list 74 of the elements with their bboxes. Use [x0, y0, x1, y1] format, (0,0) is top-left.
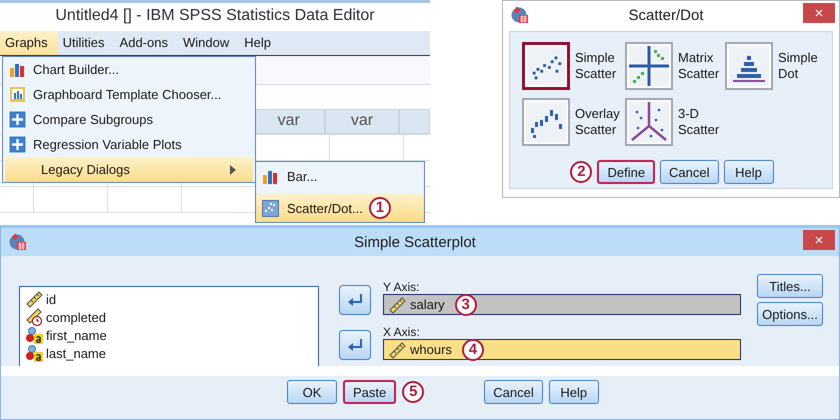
close-button[interactable]: × — [803, 3, 835, 23]
scatter-matrix-icon — [629, 46, 669, 86]
menu-item[interactable]: Add-ons — [114, 31, 178, 55]
scatter-plot-icon — [526, 102, 566, 142]
menu-item[interactable]: Graphboard Template Chooser... — [3, 82, 255, 107]
dot-plot-icon — [729, 46, 769, 86]
list-item[interactable]: id — [46, 292, 56, 306]
menu-item[interactable]: Help — [239, 31, 281, 55]
step-number: 3 — [454, 294, 477, 316]
move-button[interactable] — [339, 285, 371, 315]
chart-type-label: Overlay Scatter — [575, 106, 621, 138]
arrow-icon — [347, 338, 363, 352]
menu-item[interactable]: Chart Builder... — [3, 57, 255, 82]
chart-type-button[interactable] — [522, 42, 570, 90]
close-button[interactable]: × — [803, 230, 835, 250]
chart-type-label: 3-D Scatter — [678, 106, 720, 138]
ruler-clock-icon — [25, 308, 43, 326]
column-header: var — [325, 109, 399, 134]
scatter-plot-icon — [527, 46, 565, 86]
move-button[interactable] — [339, 330, 371, 360]
app-icon — [9, 233, 27, 251]
chart-type-label: Simple Scatter — [575, 50, 618, 82]
person-letter-icon — [25, 326, 43, 344]
ruler-icon — [25, 290, 43, 308]
menu-item[interactable]: Regression Variable Plots — [3, 132, 255, 157]
menu-item[interactable]: Utilities — [58, 31, 115, 55]
plus-icon — [8, 136, 26, 153]
variable-list[interactable]: id completed first_name last_name — [19, 286, 319, 366]
window-title: Simple Scatterplot — [353, 234, 477, 250]
menu-item[interactable]: Legacy Dialogs — [5, 157, 253, 182]
step-number: 5 — [402, 381, 424, 403]
menu-item[interactable]: Scatter/Dot... 1 — [256, 194, 424, 222]
dialog-button[interactable]: Paste — [343, 380, 396, 404]
chart-type-button[interactable] — [625, 42, 673, 90]
input-field[interactable]: whours 4 — [383, 339, 741, 360]
dialog-button[interactable]: Titles... — [757, 274, 823, 298]
window-title: Untitled4 [] - IBM SPSS Statistics Data Editor — [54, 6, 376, 26]
dialog-button[interactable]: Help — [548, 380, 599, 404]
chart-type-button[interactable] — [625, 98, 673, 146]
chart-type-button[interactable] — [725, 42, 773, 90]
chart-type-button[interactable] — [522, 98, 570, 146]
bar-chart-icon — [8, 61, 26, 78]
person-letter-icon — [25, 344, 43, 362]
scatter-icon — [262, 200, 279, 216]
menu-item[interactable]: Bar... — [256, 162, 424, 190]
dialog-button[interactable]: Cancel — [484, 380, 543, 404]
dialog-button[interactable]: Define — [597, 160, 656, 184]
field-label: Y Axis: — [383, 280, 420, 294]
dialog-button[interactable]: Options... — [757, 302, 823, 326]
window-title: Scatter/Dot — [627, 6, 705, 24]
field-label: X Axis: — [383, 325, 421, 339]
list-item[interactable]: last_name — [46, 346, 106, 360]
chart-type-label: Matrix Scatter — [678, 50, 720, 82]
dialog-button[interactable]: Help — [724, 160, 774, 184]
three-d-scatter-icon — [629, 102, 669, 142]
app-icon — [511, 6, 529, 24]
input-field[interactable]: salary 3 — [383, 294, 741, 315]
list-item[interactable]: completed — [46, 310, 106, 324]
chart-type-label: Simple Dot — [778, 50, 819, 82]
ruler-icon — [388, 296, 406, 314]
column-header — [398, 109, 430, 134]
dialog-button[interactable]: Cancel — [660, 160, 719, 184]
list-item[interactable]: first_name — [46, 328, 107, 342]
arrow-icon — [347, 293, 363, 307]
step-number: 1 — [368, 197, 391, 219]
menu-item[interactable]: Graphs — [0, 31, 58, 55]
chart-board-icon — [8, 86, 26, 103]
plus-icon — [8, 111, 26, 128]
menu-item[interactable]: Compare Subgroups — [3, 107, 255, 132]
menu-item[interactable]: Window — [178, 31, 240, 55]
step-number: 4 — [462, 338, 484, 360]
dialog-button[interactable]: OK — [287, 380, 337, 404]
step-number: 2 — [570, 161, 592, 183]
ruler-icon — [388, 340, 406, 358]
